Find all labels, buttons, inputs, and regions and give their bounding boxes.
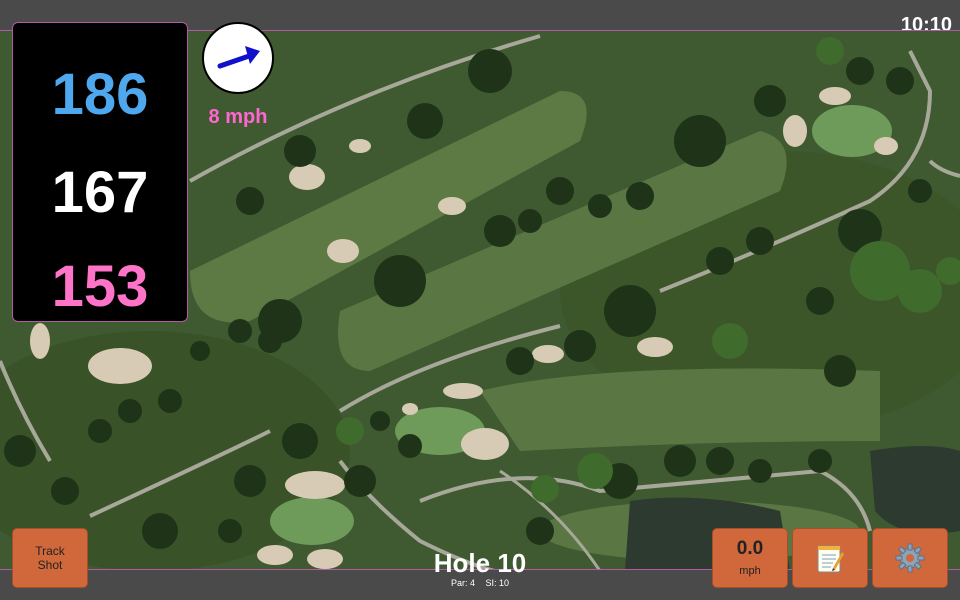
track-shot-label: Track Shot	[35, 544, 65, 572]
wind-speed: 8 mph	[208, 106, 268, 128]
speed-button[interactable]: 0.0 mph	[712, 528, 788, 588]
speed-unit: mph	[739, 565, 761, 577]
wind-arrow-icon	[217, 46, 260, 69]
gear-icon	[895, 543, 925, 573]
distance-panel: 186 167 153	[12, 22, 188, 322]
distance-middle: 167	[51, 160, 149, 225]
hole-par: Par: 4	[450, 578, 475, 588]
wind-indicator	[202, 22, 274, 94]
hole-info: Par: 4 SI: 10	[380, 578, 580, 588]
distance-back: 186	[51, 62, 149, 127]
notepad-icon	[817, 545, 844, 573]
track-shot-button[interactable]: Track Shot	[12, 528, 88, 588]
hole-stroke-index: SI: 10	[485, 578, 510, 588]
speed-value: 0.0	[736, 538, 764, 559]
distance-front: 153	[51, 254, 149, 319]
settings-button[interactable]	[872, 528, 948, 588]
notes-button[interactable]	[792, 528, 868, 588]
hole-title: Hole 10	[433, 548, 527, 578]
